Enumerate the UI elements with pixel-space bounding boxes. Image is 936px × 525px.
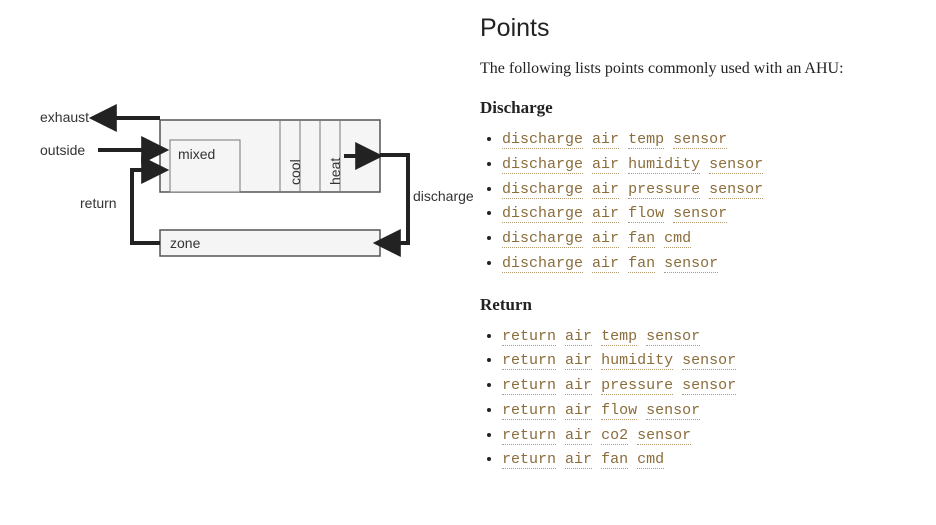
label-cool: cool [287,159,303,185]
tag-link[interactable]: humidity [601,352,673,370]
ahu-diagram: exhaust outside return mixed cool heat d… [20,90,440,290]
tag-link[interactable]: air [565,427,592,445]
tag-link[interactable]: discharge [502,131,583,149]
tag-link[interactable]: temp [601,328,637,346]
tag-link[interactable]: sensor [682,352,736,370]
point-list-return: return air temp sensorreturn air humidit… [502,325,916,474]
tag-link[interactable]: flow [601,402,637,420]
tag-link[interactable]: air [565,451,592,469]
point-item: discharge air temp sensor [502,128,916,153]
tag-link[interactable]: air [592,230,619,248]
tag-link[interactable]: pressure [601,377,673,395]
tag-link[interactable]: pressure [628,181,700,199]
tag-link[interactable]: air [565,352,592,370]
point-item: return air temp sensor [502,325,916,350]
point-item: return air co2 sensor [502,424,916,449]
tag-link[interactable]: co2 [601,427,628,445]
tag-link[interactable]: humidity [628,156,700,174]
tag-link[interactable]: return [502,402,556,420]
tag-link[interactable]: fan [628,230,655,248]
tag-link[interactable]: cmd [637,451,664,469]
label-zone: zone [170,235,200,251]
tag-link[interactable]: return [502,328,556,346]
point-item: discharge air fan cmd [502,227,916,252]
group-title-return: Return [480,295,916,315]
tag-link[interactable]: sensor [664,255,718,273]
label-return: return [80,195,117,211]
tag-link[interactable]: sensor [673,131,727,149]
label-exhaust: exhaust [40,109,89,125]
point-item: return air humidity sensor [502,349,916,374]
label-discharge: discharge [413,188,474,204]
tag-link[interactable]: sensor [637,427,691,445]
point-item: discharge air flow sensor [502,202,916,227]
tag-link[interactable]: air [565,377,592,395]
tag-link[interactable]: cmd [664,230,691,248]
tag-link[interactable]: fan [628,255,655,273]
tag-link[interactable]: return [502,377,556,395]
tag-link[interactable]: fan [601,451,628,469]
tag-link[interactable]: air [592,255,619,273]
label-heat: heat [327,158,343,185]
tag-link[interactable]: discharge [502,230,583,248]
tag-link[interactable]: air [592,181,619,199]
tag-link[interactable]: air [592,205,619,223]
label-mixed: mixed [178,146,215,162]
tag-link[interactable]: air [592,131,619,149]
tag-link[interactable]: temp [628,131,664,149]
tag-link[interactable]: discharge [502,205,583,223]
tag-link[interactable]: discharge [502,156,583,174]
tag-link[interactable]: discharge [502,181,583,199]
tag-link[interactable]: return [502,451,556,469]
point-list-discharge: discharge air temp sensordischarge air h… [502,128,916,277]
tag-link[interactable]: sensor [709,156,763,174]
point-item: discharge air humidity sensor [502,153,916,178]
tag-link[interactable]: sensor [673,205,727,223]
section-title: Points [480,14,916,43]
tag-link[interactable]: return [502,352,556,370]
content-column: Points The following lists points common… [480,0,936,525]
tag-link[interactable]: air [565,402,592,420]
intro-text: The following lists points commonly used… [480,57,916,80]
tag-link[interactable]: sensor [682,377,736,395]
tag-link[interactable]: sensor [646,328,700,346]
tag-link[interactable]: air [565,328,592,346]
tag-link[interactable]: flow [628,205,664,223]
tag-link[interactable]: discharge [502,255,583,273]
group-title-discharge: Discharge [480,98,916,118]
tag-link[interactable]: return [502,427,556,445]
point-item: discharge air pressure sensor [502,178,916,203]
point-item: return air flow sensor [502,399,916,424]
tag-link[interactable]: air [592,156,619,174]
label-outside: outside [40,142,85,158]
point-item: discharge air fan sensor [502,252,916,277]
tag-link[interactable]: sensor [709,181,763,199]
point-item: return air fan cmd [502,448,916,473]
diagram-column: exhaust outside return mixed cool heat d… [0,0,480,525]
point-item: return air pressure sensor [502,374,916,399]
tag-link[interactable]: sensor [646,402,700,420]
